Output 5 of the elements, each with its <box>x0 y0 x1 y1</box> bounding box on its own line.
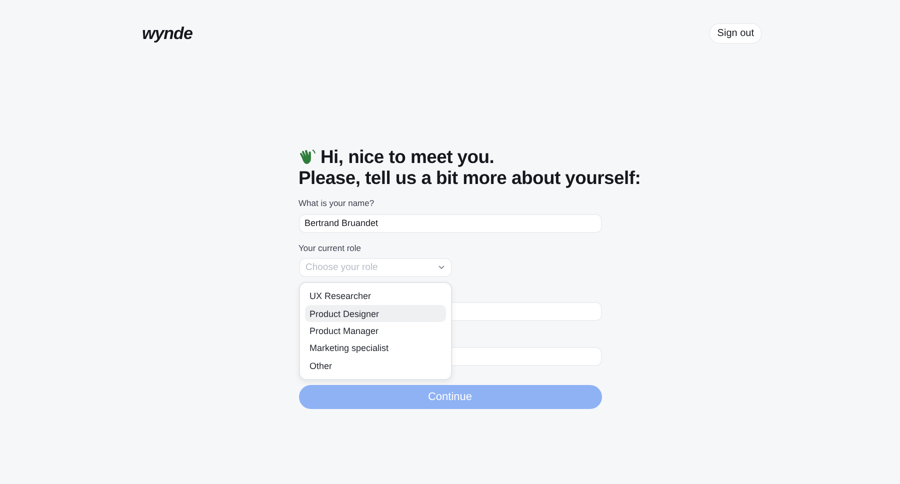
logo: wynde <box>142 24 192 44</box>
field-label: What is your name? <box>298 198 376 208</box>
greeting-heading: Hi, nice to meet you. <box>320 146 494 167</box>
form-heading: Please, tell us a bit more about yourself: <box>298 167 641 188</box>
field-label: Your current role <box>298 242 362 252</box>
